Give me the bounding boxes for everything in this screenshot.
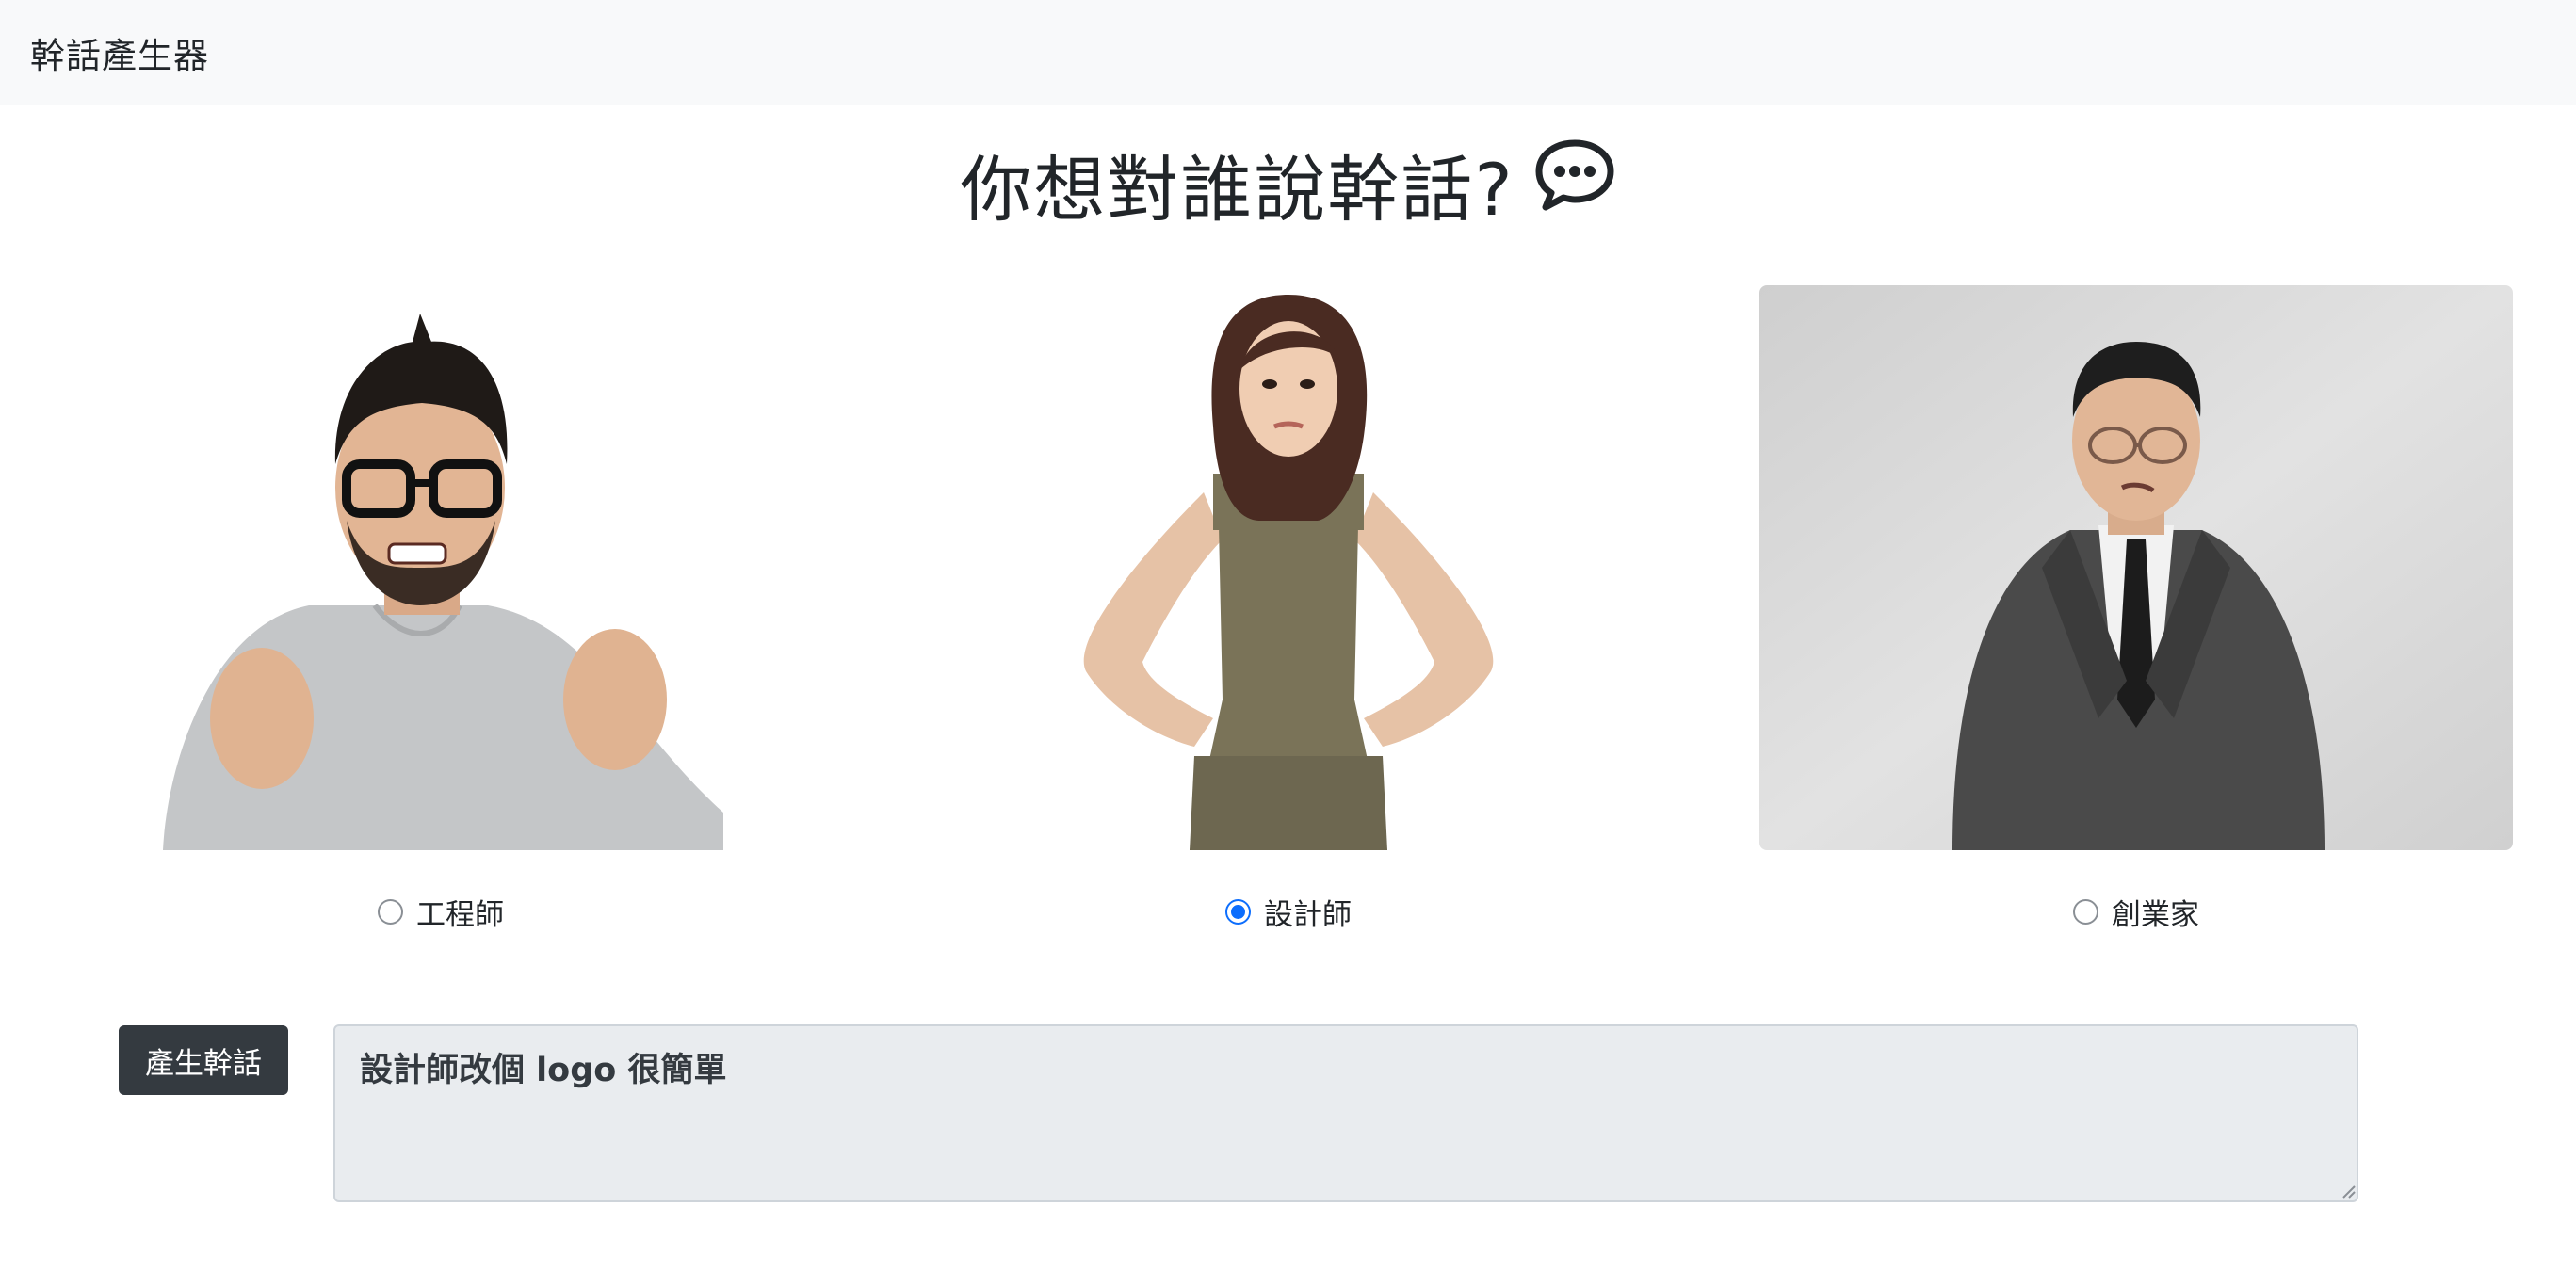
entrepreneur-photo[interactable] xyxy=(1759,285,2513,850)
choice-engineer[interactable]: 工程師 xyxy=(64,891,818,933)
designer-photo[interactable] xyxy=(912,285,1665,850)
generate-button[interactable]: 產生幹話 xyxy=(119,1025,288,1095)
resize-grip-icon[interactable] xyxy=(2340,1183,2357,1199)
choice-engineer-label[interactable]: 工程師 xyxy=(416,891,504,933)
choice-designer-label[interactable]: 設計師 xyxy=(1264,891,1352,933)
page-title-text: 你想對誰說幹話? xyxy=(960,148,1515,232)
radio-designer[interactable] xyxy=(1225,899,1251,925)
navbar-brand[interactable]: 幹話產生器 xyxy=(30,27,209,78)
choice-designer[interactable]: 設計師 xyxy=(912,891,1665,933)
choice-entrepreneur[interactable]: 創業家 xyxy=(1759,891,2513,933)
chat-dots-icon xyxy=(1533,137,1616,230)
page-title: 你想對誰說幹話? xyxy=(0,132,2576,235)
navbar: 幹話產生器 xyxy=(0,0,2576,105)
engineer-photo[interactable] xyxy=(64,285,818,850)
choice-entrepreneur-label[interactable]: 創業家 xyxy=(2112,891,2199,933)
radio-entrepreneur[interactable] xyxy=(2073,899,2098,925)
output-textarea[interactable]: 設計師改個 logo 很簡單 xyxy=(333,1024,2358,1202)
radio-engineer[interactable] xyxy=(378,899,403,925)
